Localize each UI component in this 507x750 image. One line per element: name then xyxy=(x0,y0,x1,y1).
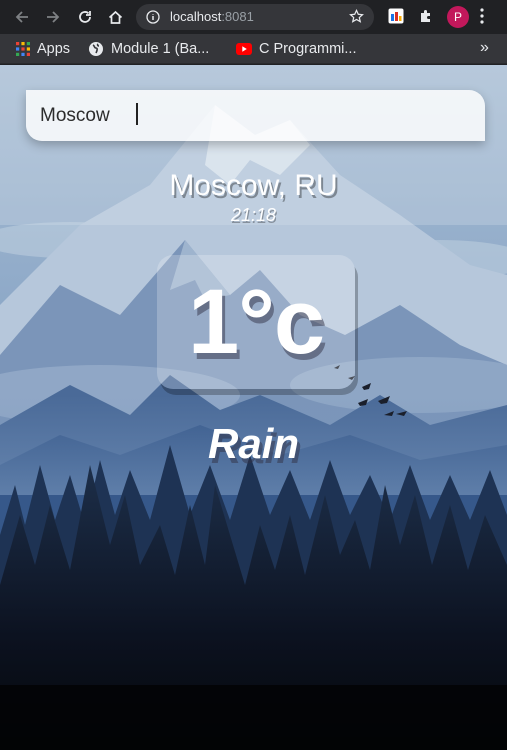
reload-button[interactable] xyxy=(74,6,96,28)
extension-icon[interactable] xyxy=(388,8,404,24)
globe-icon xyxy=(88,41,104,57)
city-search-input[interactable] xyxy=(26,90,485,141)
profile-avatar[interactable]: P xyxy=(447,6,469,28)
text-caret xyxy=(136,103,138,125)
arrow-right-icon xyxy=(47,11,60,23)
weather-condition: Rain xyxy=(207,420,299,467)
mountain-forest-background xyxy=(0,65,507,750)
bookmarks-bar: Apps Module 1 (Ba... C Programmi... » xyxy=(0,34,507,64)
bookmark-label: C Programmi... xyxy=(259,41,357,57)
forward-button[interactable] xyxy=(42,6,64,28)
location-title: Moscow, RU xyxy=(169,169,338,202)
city-search-box[interactable] xyxy=(26,90,485,141)
page-viewport: Moscow, RU 21:18 1°c Rain xyxy=(0,65,507,750)
home-icon xyxy=(108,10,122,24)
temperature-value: 1°c xyxy=(187,271,325,373)
menu-kebab-icon[interactable] xyxy=(480,8,484,24)
arrow-left-icon xyxy=(15,11,28,23)
bookmark-label: Module 1 (Ba... xyxy=(111,41,210,57)
apps-grid-icon xyxy=(16,42,30,56)
url-text: localhost:8081 xyxy=(170,9,254,24)
bookmarks-overflow-button[interactable]: » xyxy=(480,39,489,57)
bookmark-label: Apps xyxy=(37,41,71,57)
temperature-card: 1°c xyxy=(157,255,355,389)
bookmark-apps[interactable]: Apps xyxy=(16,40,70,58)
local-time: 21:18 xyxy=(230,205,277,225)
info-icon[interactable] xyxy=(146,10,160,24)
reload-icon xyxy=(79,11,91,23)
star-icon[interactable] xyxy=(349,9,364,24)
browser-toolbar: localhost:8081 P xyxy=(0,0,507,34)
bookmark-module1[interactable]: Module 1 (Ba... xyxy=(88,40,209,58)
address-bar[interactable]: localhost:8081 xyxy=(136,4,374,30)
home-button[interactable] xyxy=(104,6,126,28)
back-button[interactable] xyxy=(11,6,33,28)
youtube-icon xyxy=(236,43,252,55)
bookmark-c-programming[interactable]: C Programmi... xyxy=(236,40,357,58)
puzzle-icon[interactable] xyxy=(418,8,434,24)
